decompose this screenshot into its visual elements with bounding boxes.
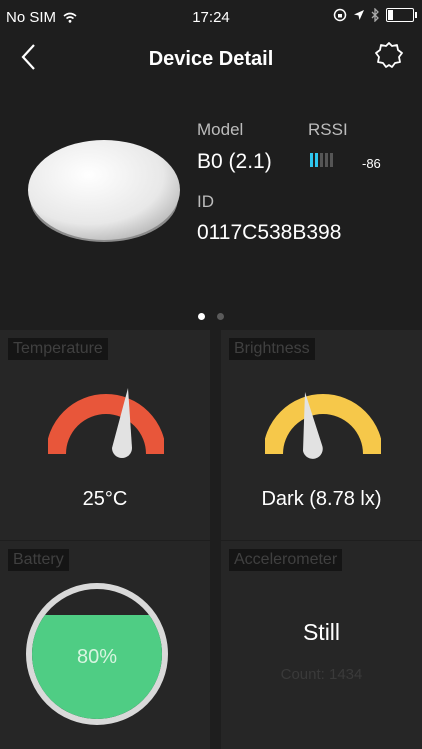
location-arrow-icon (354, 10, 364, 20)
battery-label: Battery (8, 549, 69, 571)
model-label: Model (197, 120, 244, 139)
page-title: Device Detail (148, 48, 274, 70)
rssi-label: RSSI (308, 120, 348, 139)
settings-button[interactable] (374, 40, 408, 76)
accelerometer-label: Accelerometer (229, 549, 343, 571)
temperature-label: Temperature (8, 338, 108, 360)
page-indicator[interactable] (0, 313, 422, 320)
device-image (28, 140, 180, 242)
temperature-gauge (48, 388, 164, 458)
page-dot[interactable] (217, 313, 224, 320)
brightness-tile[interactable]: Brightness Dark (8.78 lx) (221, 330, 422, 540)
temperature-value: 25°C (82, 488, 128, 510)
brightness-value: Dark (8.78 lx) (261, 488, 382, 510)
rssi-value: -86 (362, 156, 381, 171)
temperature-tile[interactable]: Temperature 25°C (0, 330, 210, 540)
accelerometer-tile[interactable]: Accelerometer Still Count: 1434 (221, 541, 422, 749)
id-label: ID (197, 192, 214, 211)
page-dot[interactable] (198, 313, 205, 320)
battery-tile[interactable]: Battery 80% (0, 541, 210, 749)
nav-bar: Device Detail (0, 36, 422, 86)
accelerometer-value: Still (302, 619, 341, 645)
rotation-lock-icon (333, 8, 347, 22)
brightness-gauge (265, 392, 381, 459)
gear-icon (375, 42, 403, 68)
model-value: B0 (2.1) (197, 150, 272, 173)
rssi-signal-bars (310, 153, 333, 167)
accelerometer-count: Count: 1434 (280, 666, 363, 683)
bluetooth-icon (371, 8, 379, 22)
id-value: 0117C538B398 (197, 221, 342, 244)
brightness-label: Brightness (229, 338, 315, 360)
status-battery-icon (386, 8, 417, 22)
battery-gauge: 80% (26, 583, 168, 725)
device-info-panel: Model RSSI B0 (2.1) -86 ID 0117C538B398 (0, 86, 422, 330)
status-bar: No SIM 17:24 (0, 0, 422, 36)
battery-value: 80% (76, 646, 118, 668)
